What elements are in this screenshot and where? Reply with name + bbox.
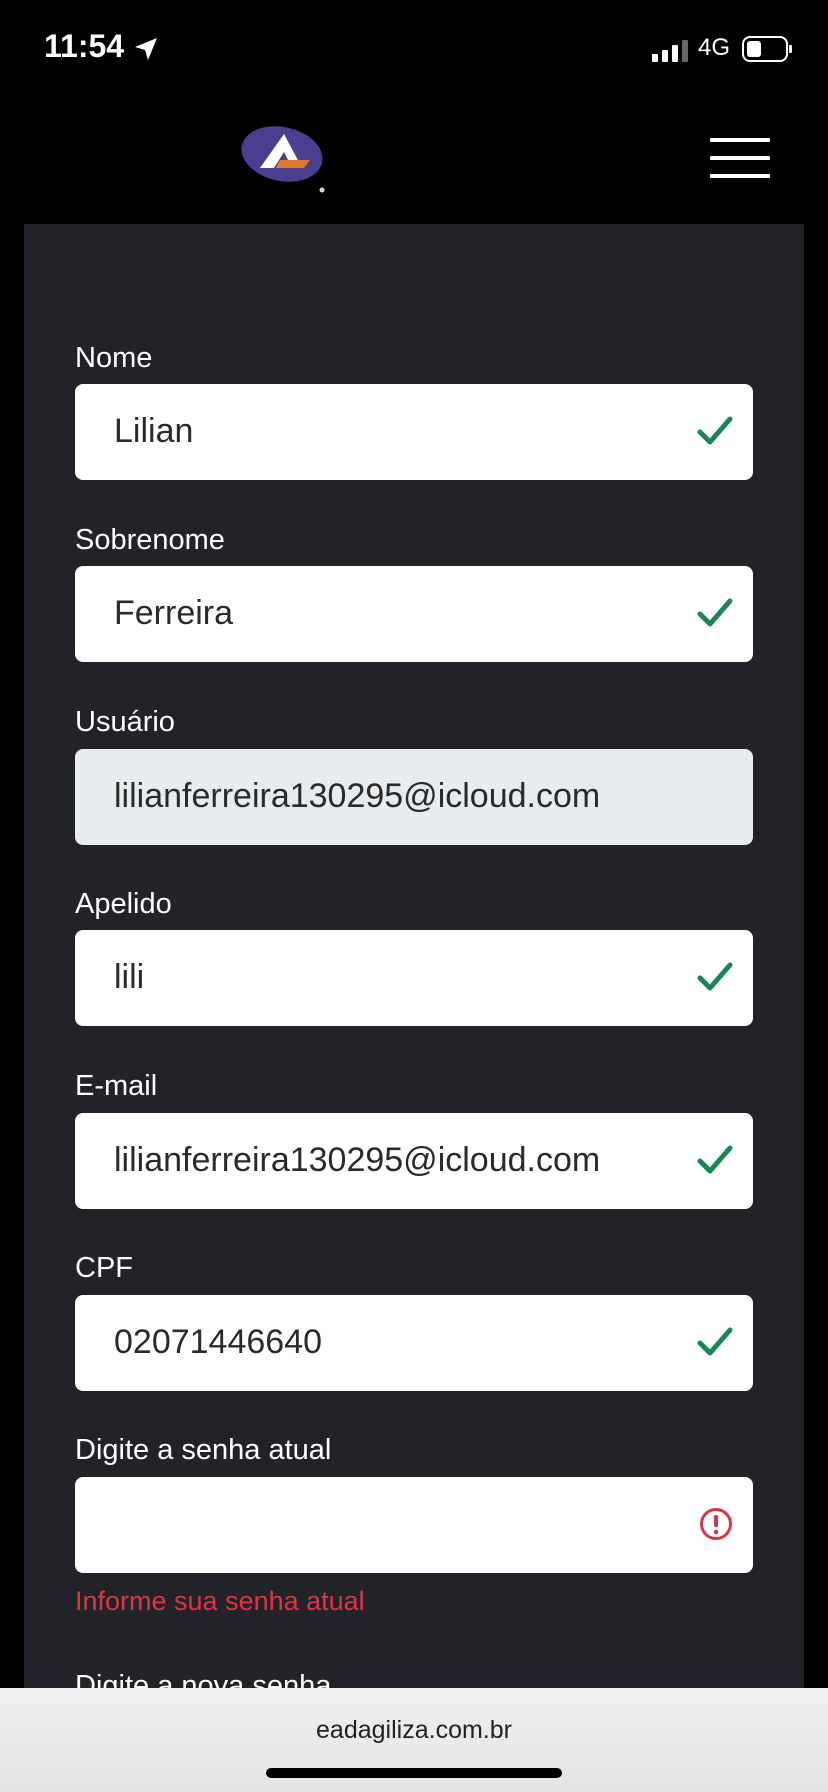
senha-atual-error: Informe sua senha atual bbox=[75, 1586, 365, 1616]
apelido-value: lili bbox=[114, 958, 145, 996]
sobrenome-label: Sobrenome bbox=[75, 524, 225, 556]
sobrenome-value: Ferreira bbox=[114, 594, 234, 632]
location-arrow-icon bbox=[135, 38, 157, 60]
profile-form: Nome Lilian Sobrenome Ferreira Usuário l… bbox=[24, 224, 804, 1688]
status-time: 11:54 bbox=[44, 28, 125, 64]
network-type: 4G bbox=[698, 34, 731, 61]
check-icon bbox=[697, 598, 733, 627]
check-icon bbox=[697, 1327, 733, 1356]
senha-atual-input[interactable] bbox=[75, 1477, 753, 1573]
status-bar: 11:54 4G bbox=[0, 0, 828, 96]
hamburger-menu-icon[interactable] bbox=[708, 138, 772, 180]
apelido-label: Apelido bbox=[75, 888, 172, 920]
nova-senha-label: Digite a nova senha bbox=[75, 1670, 332, 1688]
site-header bbox=[0, 96, 828, 224]
cpf-label: CPF bbox=[75, 1252, 133, 1284]
battery-icon bbox=[742, 36, 792, 62]
site-logo[interactable] bbox=[240, 124, 330, 194]
check-icon bbox=[697, 1145, 733, 1174]
senha-atual-label: Digite a senha atual bbox=[75, 1434, 332, 1466]
email-value: lilianferreira130295@icloud.com bbox=[114, 1141, 601, 1179]
usuario-value: lilianferreira130295@icloud.com bbox=[114, 777, 601, 815]
email-input[interactable]: lilianferreira130295@icloud.com bbox=[75, 1113, 753, 1209]
check-icon bbox=[697, 962, 733, 991]
email-label: E-mail bbox=[75, 1070, 158, 1102]
usuario-input: lilianferreira130295@icloud.com bbox=[75, 749, 753, 845]
home-indicator bbox=[266, 1768, 562, 1778]
cpf-value: 02071446640 bbox=[114, 1323, 323, 1361]
nome-input[interactable]: Lilian bbox=[75, 384, 753, 480]
check-icon bbox=[697, 416, 733, 445]
sobrenome-input[interactable]: Ferreira bbox=[75, 566, 753, 662]
browser-url-bar[interactable]: eadagiliza.com.br bbox=[0, 1688, 828, 1792]
nome-label: Nome bbox=[75, 342, 153, 374]
usuario-label: Usuário bbox=[75, 706, 175, 738]
signal-icon bbox=[652, 40, 688, 62]
cpf-input[interactable]: 02071446640 bbox=[75, 1295, 753, 1391]
apelido-input[interactable]: lili bbox=[75, 930, 753, 1026]
nome-value: Lilian bbox=[114, 412, 194, 450]
exclamation-circle-icon bbox=[700, 1508, 732, 1540]
url-text[interactable]: eadagiliza.com.br bbox=[0, 1716, 828, 1745]
